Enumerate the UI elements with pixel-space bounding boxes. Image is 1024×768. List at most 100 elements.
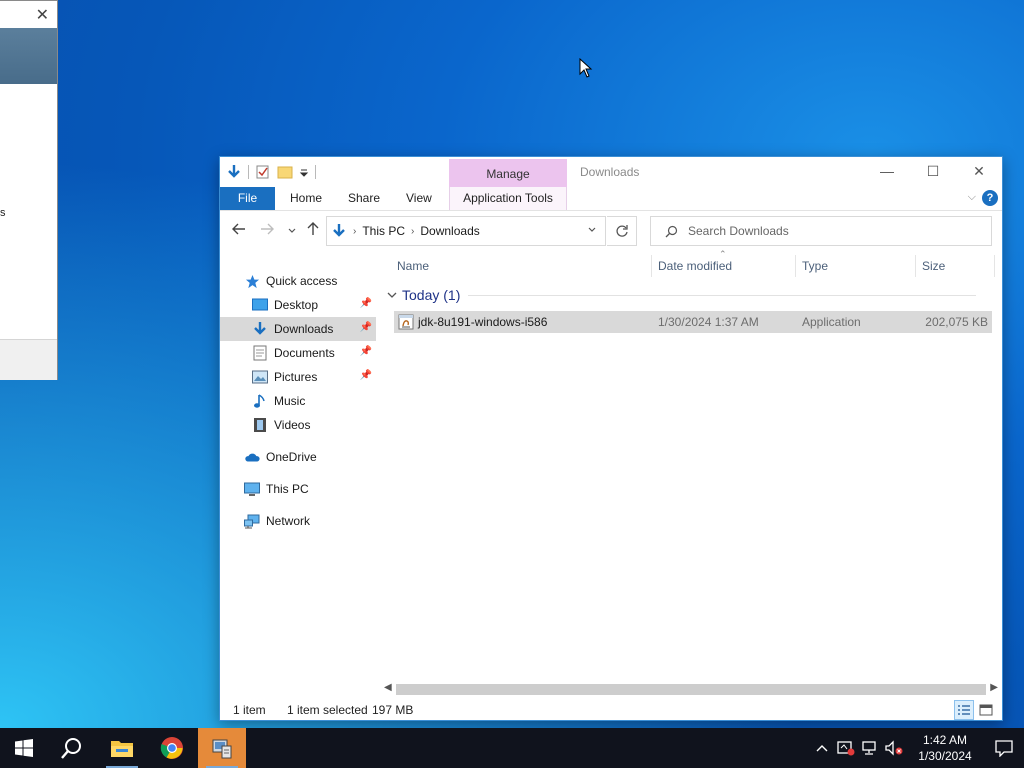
windows-start-icon <box>15 739 33 757</box>
pin-icon[interactable]: 📌 <box>360 322 372 333</box>
ribbon-tabs: File Home Share View Application Tools ⌵… <box>220 187 1002 211</box>
sidebar-item-quick-access[interactable]: Quick access <box>220 269 376 293</box>
file-type: Application <box>802 315 861 329</box>
properties-icon[interactable] <box>255 164 271 180</box>
file-name: jdk-8u191-windows-i586 <box>418 315 548 329</box>
collapse-chevron-icon[interactable] <box>386 289 398 301</box>
forward-arrow-icon[interactable] <box>260 222 274 239</box>
installer-icon <box>212 739 232 759</box>
help-icon[interactable]: ? <box>982 190 998 206</box>
pin-icon[interactable]: 📌 <box>360 346 372 357</box>
window-title: Downloads <box>580 165 640 179</box>
sidebar-item-this-pc[interactable]: This PC <box>220 477 376 501</box>
chrome-icon <box>160 737 183 759</box>
scroll-right-arrow-icon[interactable]: ▶ <box>990 682 998 693</box>
network-status-icon[interactable] <box>858 728 882 768</box>
downloads-arrow-icon <box>228 165 240 178</box>
address-dropdown-chevron-icon[interactable] <box>587 225 597 238</box>
clock-date: 1/30/2024 <box>918 749 972 763</box>
sidebar-item-pictures[interactable]: Pictures 📌 <box>220 365 376 389</box>
sidebar-item-label: Documents <box>274 346 335 360</box>
desktop-folder-icon <box>252 297 268 313</box>
breadcrumb-this-pc[interactable]: This PC <box>362 224 405 238</box>
action-center-button[interactable] <box>984 728 1024 768</box>
taskbar-clock[interactable]: 1:42 AM 1/30/2024 <box>906 732 984 764</box>
group-label: Today (1) <box>402 287 461 303</box>
status-selected-count: 1 item selected <box>287 703 368 717</box>
taskbar-file-explorer[interactable] <box>98 728 146 768</box>
details-view-button[interactable] <box>954 700 974 720</box>
background-dialog-footer <box>0 339 57 380</box>
videos-film-icon <box>252 417 268 433</box>
breadcrumb-separator-icon[interactable]: › <box>353 226 356 237</box>
search-box[interactable] <box>650 216 992 246</box>
taskbar-chrome[interactable] <box>148 728 196 768</box>
sidebar-item-downloads[interactable]: Downloads 📌 <box>220 317 376 341</box>
tab-share[interactable]: Share <box>348 187 380 210</box>
sidebar-item-label: Network <box>266 514 311 528</box>
column-header-date-modified[interactable]: Date modified <box>658 251 732 281</box>
file-explorer-icon <box>111 741 133 757</box>
clock-time: 1:42 AM <box>922 733 968 747</box>
up-arrow-icon[interactable] <box>306 222 320 239</box>
file-row[interactable]: jdk-8u191-windows-i586 1/30/2024 1:37 AM… <box>394 311 992 333</box>
scroll-left-arrow-icon[interactable]: ◀ <box>384 682 392 693</box>
search-input[interactable] <box>688 224 978 238</box>
column-divider[interactable] <box>651 255 652 277</box>
background-dialog[interactable]: ✕ s <box>0 0 58 380</box>
downloads-folder-icon <box>252 321 268 337</box>
breadcrumb-downloads[interactable]: Downloads <box>420 224 479 238</box>
qat-customize-icon[interactable] <box>299 164 309 180</box>
sidebar-item-label: Videos <box>274 418 311 432</box>
group-divider <box>468 294 977 296</box>
pin-icon[interactable]: 📌 <box>360 370 372 381</box>
column-header-name[interactable]: Name <box>397 251 429 281</box>
horizontal-scrollbar[interactable]: ◀ ▶ <box>380 681 1002 697</box>
security-alert-icon[interactable] <box>834 728 858 768</box>
new-folder-icon[interactable] <box>277 164 293 180</box>
pin-icon[interactable]: 📌 <box>360 298 372 309</box>
background-dialog-close-icon[interactable]: ✕ <box>36 5 49 25</box>
system-tray: 1:42 AM 1/30/2024 <box>810 728 1024 768</box>
column-header-size[interactable]: Size <box>922 251 945 281</box>
application-installer-icon <box>398 314 414 333</box>
start-button[interactable] <box>0 728 48 768</box>
sidebar-item-videos[interactable]: Videos <box>220 413 376 437</box>
address-row: › This PC › Downloads <box>220 211 1002 251</box>
large-icons-view-button[interactable] <box>976 700 996 720</box>
show-hidden-icons-chevron-icon[interactable] <box>810 728 834 768</box>
sidebar-item-onedrive[interactable]: OneDrive <box>220 445 376 469</box>
minimize-button[interactable]: — <box>864 157 910 185</box>
column-divider[interactable] <box>915 255 916 277</box>
sidebar-item-documents[interactable]: Documents 📌 <box>220 341 376 365</box>
column-header-type[interactable]: Type <box>802 251 828 281</box>
sidebar-item-network[interactable]: Network <box>220 509 376 533</box>
recent-locations-chevron-icon[interactable] <box>287 223 297 239</box>
file-size: 202,075 KB <box>925 315 988 329</box>
tab-file[interactable]: File <box>220 187 275 210</box>
breadcrumb-separator-icon[interactable]: › <box>411 226 414 237</box>
group-header-today[interactable]: Today (1) <box>386 287 977 303</box>
taskbar-installer-app[interactable] <box>198 728 246 768</box>
back-arrow-icon[interactable] <box>232 222 246 239</box>
tab-home[interactable]: Home <box>290 187 322 210</box>
refresh-button[interactable] <box>607 216 637 246</box>
taskbar: 1:42 AM 1/30/2024 <box>0 728 1024 768</box>
close-button[interactable]: ✕ <box>956 157 1002 185</box>
tab-view[interactable]: View <box>406 187 432 210</box>
scrollbar-thumb[interactable] <box>396 684 986 695</box>
volume-muted-icon[interactable] <box>882 728 906 768</box>
column-divider[interactable] <box>795 255 796 277</box>
taskbar-search-button[interactable] <box>48 728 96 768</box>
address-bar[interactable]: › This PC › Downloads <box>326 216 606 246</box>
column-divider[interactable] <box>994 255 995 277</box>
title-bar[interactable]: Manage Downloads — ☐ ✕ <box>220 157 1002 187</box>
sidebar-item-desktop[interactable]: Desktop 📌 <box>220 293 376 317</box>
tab-manage[interactable]: Manage <box>449 159 567 187</box>
expand-ribbon-chevron-icon[interactable]: ⌵ <box>968 191 976 204</box>
file-date-modified: 1/30/2024 1:37 AM <box>658 315 759 329</box>
maximize-button[interactable]: ☐ <box>910 157 956 185</box>
star-icon <box>244 273 260 289</box>
tab-application-tools[interactable]: Application Tools <box>449 187 567 210</box>
sidebar-item-music[interactable]: Music <box>220 389 376 413</box>
